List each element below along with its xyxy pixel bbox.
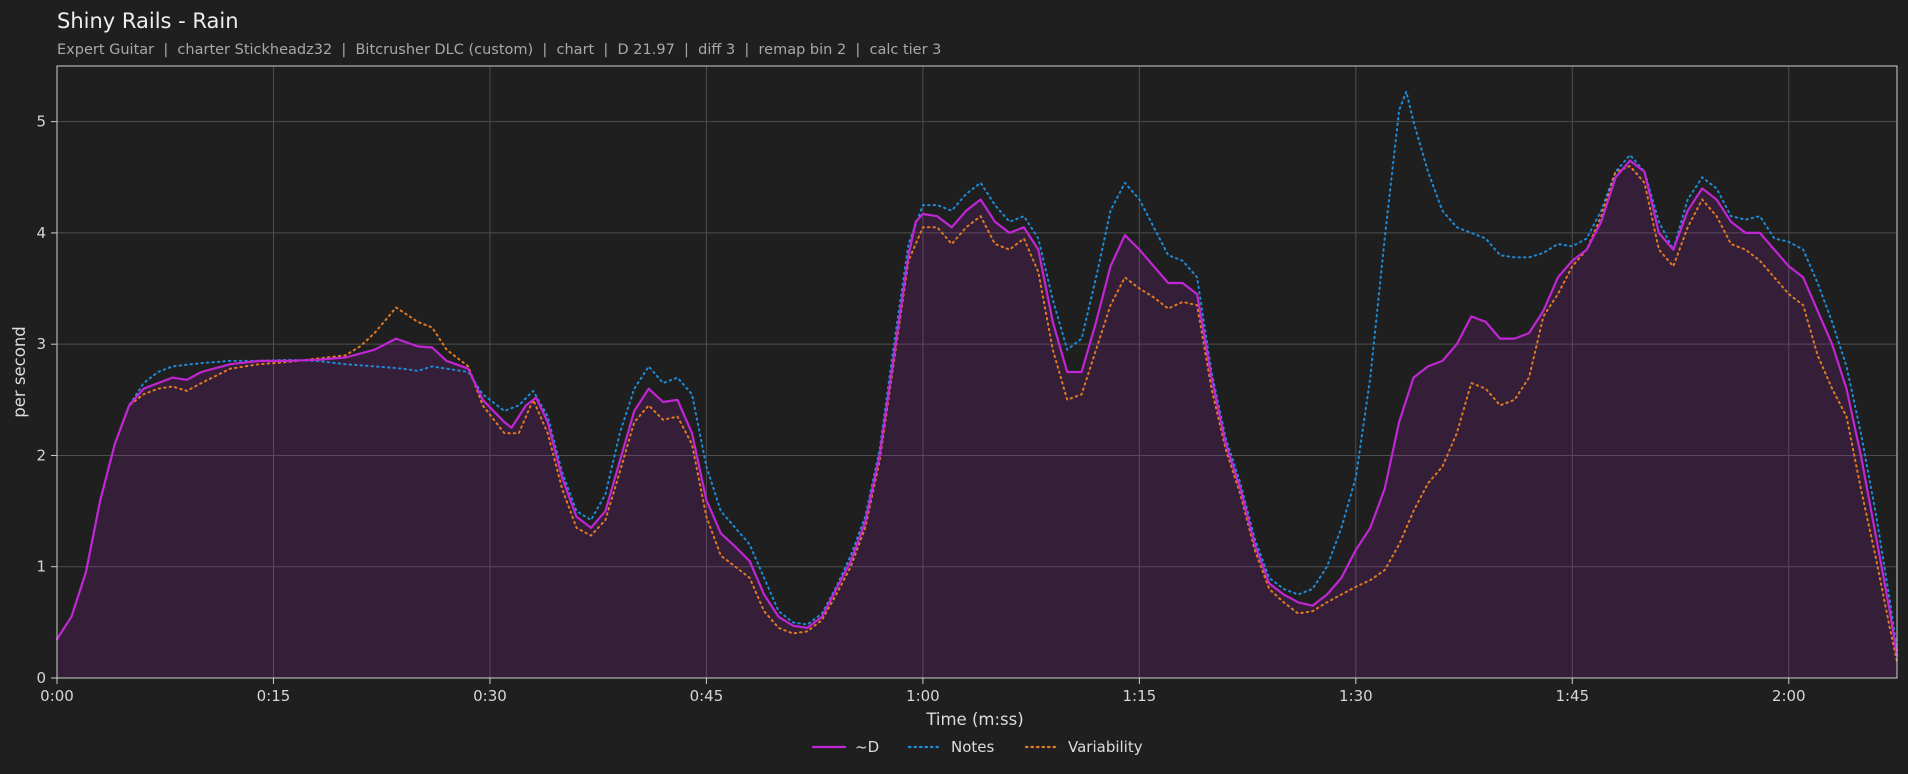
legend-label-2: Variability [1068, 738, 1143, 756]
chart-title: Shiny Rails - Rain [57, 9, 239, 33]
chart-subtitle: Expert Guitar | charter Stickheadz32 | B… [57, 42, 941, 58]
legend-label-1: Notes [951, 738, 995, 756]
x-tick-label: 1:30 [1339, 687, 1373, 705]
chart-canvas: Shiny Rails - Rain Expert Guitar | chart… [10, 9, 1899, 756]
x-axis-label: Time (m:ss) [925, 710, 1023, 729]
series-fills [57, 160, 1897, 679]
x-tick-label: 0:15 [257, 687, 291, 705]
x-tick-label: 1:45 [1555, 687, 1589, 705]
series-fill-0 [57, 160, 1897, 679]
y-tick-label: 3 [36, 335, 46, 353]
plot-area: 0:00 0:15 0:30 0:45 1:00 1:15 1:30 1:45 2:00 0 1 2… [36, 65, 1899, 705]
y-tick-label: 0 [36, 669, 46, 687]
y-tick-label: 2 [36, 446, 46, 464]
y-tick-label: 5 [36, 113, 46, 131]
x-tick-label: 2:00 [1772, 687, 1806, 705]
x-tick-label: 0:30 [473, 687, 507, 705]
y-axis-ticks: 0 1 2 3 4 5 [36, 113, 57, 687]
x-tick-label: 1:00 [906, 687, 940, 705]
x-tick-label: 1:15 [1123, 687, 1157, 705]
legend: ~D Notes Variability [811, 738, 1143, 756]
y-axis-label: per second [10, 326, 29, 418]
x-tick-label: 0:45 [690, 687, 724, 705]
legend-label-0: ~D [855, 738, 879, 756]
y-tick-label: 1 [36, 558, 46, 576]
x-tick-label: 0:00 [40, 687, 74, 705]
y-tick-label: 4 [36, 224, 46, 242]
x-axis-ticks: 0:00 0:15 0:30 0:45 1:00 1:15 1:30 1:45 2:00 [40, 678, 1806, 705]
